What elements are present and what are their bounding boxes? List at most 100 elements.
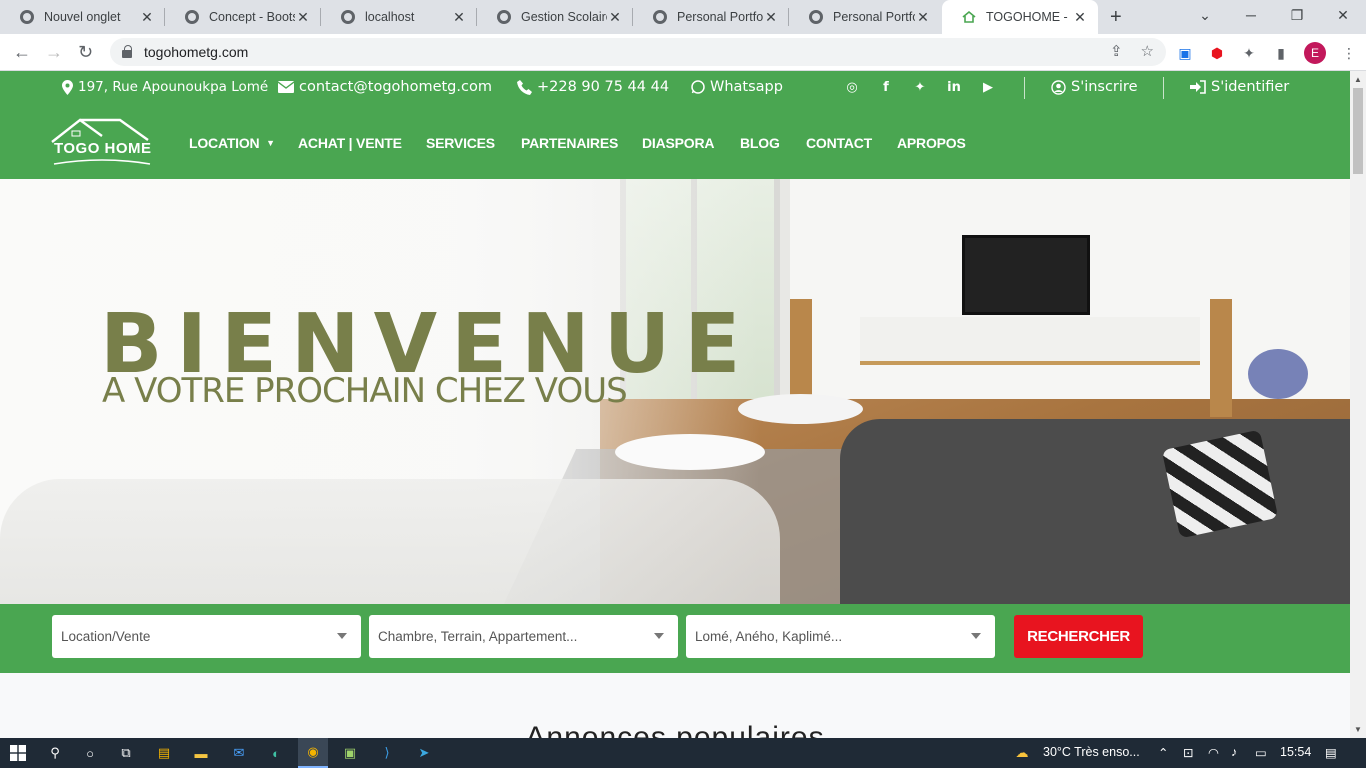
file-explorer-icon[interactable]: ▬: [190, 743, 212, 763]
login-link[interactable]: S'identifier: [1190, 79, 1289, 95]
side-panel-icon[interactable]: ▮: [1272, 44, 1290, 62]
maximize-button[interactable]: ❐: [1274, 0, 1320, 30]
hero-subtitle: A VOTRE PROCHAIN CHEZ VOUS: [102, 371, 628, 411]
page-scrollbar[interactable]: ▲ ▼: [1350, 71, 1366, 738]
nav-item-blog[interactable]: BLOG: [740, 135, 780, 151]
instagram-icon[interactable]: ◎: [843, 80, 861, 95]
mail-icon[interactable]: ✉: [228, 743, 250, 763]
cortana-icon[interactable]: ○: [79, 743, 101, 763]
phone-link[interactable]: +228 90 75 44 44: [517, 79, 669, 95]
scroll-up-arrow-icon[interactable]: ▲: [1354, 75, 1362, 84]
store-icon[interactable]: ▤: [153, 743, 175, 763]
meet-now-icon[interactable]: ⊡: [1183, 745, 1193, 760]
youtube-icon[interactable]: ▶: [979, 80, 997, 95]
notifications-icon[interactable]: ▤: [1325, 745, 1337, 760]
minimize-button[interactable]: ─: [1228, 0, 1274, 30]
scroll-down-arrow-icon[interactable]: ▼: [1354, 725, 1362, 734]
tab-title: Personal Portfolio: [833, 10, 915, 24]
transaction-type-select[interactable]: Location/Vente: [52, 615, 361, 658]
facebook-icon[interactable]: f: [877, 80, 895, 95]
main-navbar: TOGO HOME LOCATION ▼ ACHAT | VENTE SERVI…: [0, 105, 1350, 179]
nav-item-services[interactable]: SERVICES: [426, 135, 495, 151]
edge-icon[interactable]: ◐: [265, 743, 287, 763]
social-links: ◎ f ✦ in ▶: [843, 80, 997, 95]
email-link[interactable]: contact@togohometg.com: [278, 79, 492, 95]
register-text[interactable]: S'inscrire: [1071, 79, 1138, 95]
close-tab-icon[interactable]: ✕: [607, 9, 623, 26]
new-tab-button[interactable]: +: [1110, 6, 1122, 29]
close-window-button[interactable]: ✕: [1320, 0, 1366, 30]
tab-title: localhost: [365, 10, 415, 24]
browser-tab[interactable]: Personal Portfolio ✕: [789, 0, 941, 34]
back-arrow-icon[interactable]: ←: [13, 42, 31, 63]
weather-icon[interactable]: ☁: [1011, 743, 1033, 763]
browser-tab[interactable]: Nouvel onglet ✕: [0, 0, 165, 34]
reload-icon[interactable]: ↻: [78, 42, 93, 63]
close-tab-icon[interactable]: ✕: [295, 9, 311, 26]
extension-adblock-icon[interactable]: ⬢: [1208, 44, 1226, 62]
clock-text[interactable]: 15:54: [1280, 745, 1311, 759]
search-icon[interactable]: ⚲: [44, 743, 66, 763]
whatsapp-link[interactable]: Whatsapp: [691, 79, 783, 95]
task-view-icon[interactable]: ⧉: [115, 743, 137, 763]
close-tab-icon[interactable]: ✕: [451, 9, 467, 26]
wifi-icon[interactable]: ◠: [1208, 745, 1219, 760]
vscode-icon[interactable]: ⟩: [376, 743, 398, 763]
city-select[interactable]: Lomé, Aného, Kaplimé...: [686, 615, 995, 658]
chevron-up-icon[interactable]: ⌃: [1158, 745, 1168, 760]
nav-item-diaspora[interactable]: DIASPORA: [642, 135, 714, 151]
search-button[interactable]: RECHERCHER: [1014, 615, 1143, 658]
browser-tab-active[interactable]: TOGOHOME - Le ✕: [942, 0, 1098, 34]
select-placeholder: Lomé, Aného, Kaplimé...: [695, 629, 843, 644]
select-placeholder: Chambre, Terrain, Appartement...: [378, 629, 578, 644]
scrollbar-thumb[interactable]: [1353, 88, 1363, 174]
globe-icon: [653, 10, 667, 24]
weather-text[interactable]: 30°C Très enso...: [1043, 745, 1140, 759]
battery-icon[interactable]: ▭: [1255, 745, 1267, 760]
close-tab-icon[interactable]: ✕: [915, 9, 931, 26]
email-text[interactable]: contact@togohometg.com: [299, 79, 492, 95]
whatsapp-text[interactable]: Whatsapp: [710, 79, 783, 95]
tab-search-icon[interactable]: ⌄: [1182, 0, 1228, 30]
nav-item-partenaires[interactable]: PARTENAIRES: [521, 135, 618, 151]
nav-item-contact[interactable]: CONTACT: [806, 135, 872, 151]
extensions-puzzle-icon[interactable]: ✦: [1240, 44, 1258, 62]
telegram-icon[interactable]: ➤: [413, 743, 435, 763]
globe-icon: [497, 10, 511, 24]
phone-text[interactable]: +228 90 75 44 44: [537, 79, 669, 95]
phone-icon: [517, 79, 532, 95]
forward-arrow-icon[interactable]: →: [45, 42, 63, 63]
volume-icon[interactable]: ♪: [1231, 745, 1237, 759]
browser-tab[interactable]: Gestion Scolaire ✕: [477, 0, 633, 34]
close-tab-icon[interactable]: ✕: [1072, 9, 1088, 26]
browser-toolbar: ← → ↻ togohometg.com ⇪ ☆ ▣ ⬢ ✦ ▮ E ⋮: [0, 34, 1366, 71]
nav-item-achat-vente[interactable]: ACHAT | VENTE: [298, 135, 402, 151]
profile-avatar[interactable]: E: [1304, 42, 1326, 64]
windows-start-icon[interactable]: [7, 743, 29, 763]
nav-item-location[interactable]: LOCATION ▼: [189, 135, 275, 151]
site-logo[interactable]: TOGO HOME: [50, 118, 154, 166]
browser-tab[interactable]: localhost ✕: [321, 0, 477, 34]
share-icon[interactable]: ⇪: [1110, 42, 1123, 60]
chrome-menu-icon[interactable]: ⋮: [1340, 44, 1358, 62]
house-favicon-icon: [962, 10, 976, 24]
lock-icon[interactable]: [122, 45, 132, 58]
browser-tab[interactable]: Concept - Bootst ✕: [165, 0, 321, 34]
property-type-select[interactable]: Chambre, Terrain, Appartement...: [369, 615, 678, 658]
close-tab-icon[interactable]: ✕: [763, 9, 779, 26]
nav-item-apropos[interactable]: APROPOS: [897, 135, 966, 151]
divider: [1024, 77, 1025, 99]
register-link[interactable]: S'inscrire: [1051, 79, 1138, 95]
caret-down-icon: [654, 633, 664, 639]
browser-tab[interactable]: Personal Portfolio ✕: [633, 0, 789, 34]
app-icon[interactable]: ▣: [339, 743, 361, 763]
close-tab-icon[interactable]: ✕: [139, 9, 155, 26]
linkedin-icon[interactable]: in: [945, 80, 963, 95]
extension-translate-icon[interactable]: ▣: [1176, 44, 1194, 62]
chrome-icon[interactable]: ◉: [298, 738, 328, 768]
url-text[interactable]: togohometg.com: [144, 44, 248, 60]
login-text[interactable]: S'identifier: [1211, 79, 1289, 95]
address-bar[interactable]: togohometg.com ⇪ ☆: [110, 38, 1166, 66]
bookmark-star-icon[interactable]: ☆: [1141, 42, 1154, 60]
twitter-icon[interactable]: ✦: [911, 80, 929, 95]
